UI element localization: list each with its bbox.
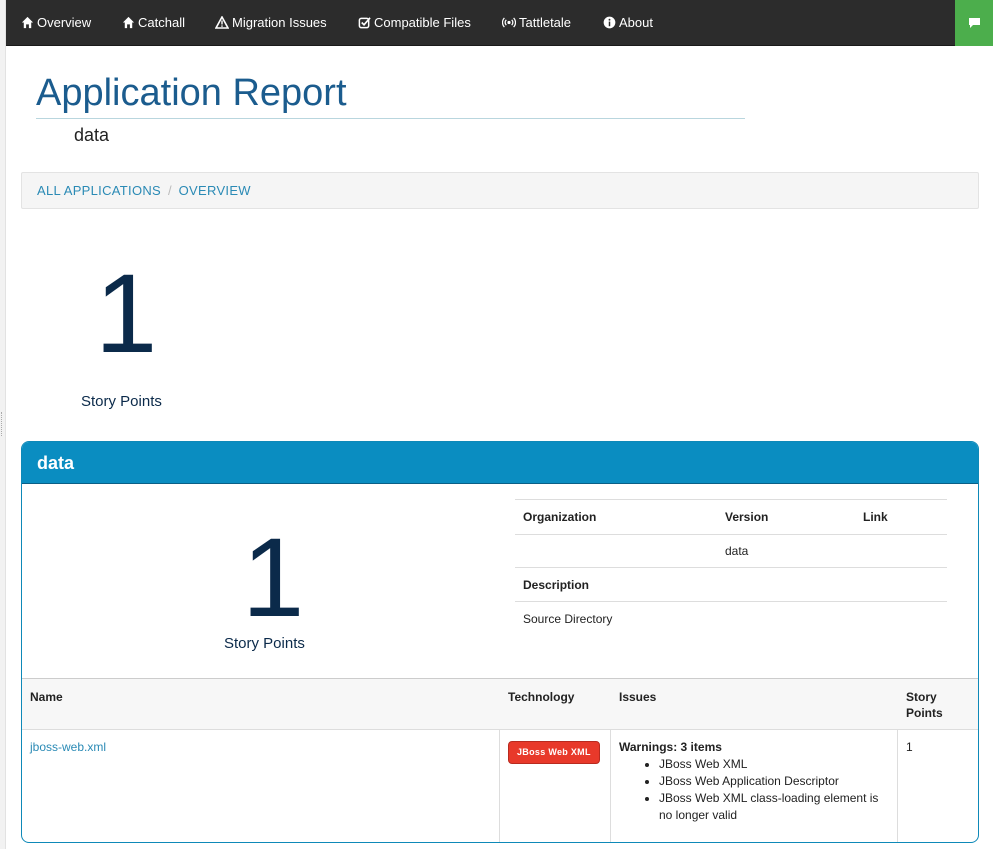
technology-cell: JBoss Web XML [508, 741, 600, 764]
chat-button[interactable] [955, 0, 993, 46]
nav-tattletale-label: Tattletale [519, 15, 572, 30]
nav-catchall-label: Catchall [138, 15, 185, 30]
info-header-row: Organization Version Link [515, 499, 947, 534]
organization-header: Organization [523, 510, 597, 524]
file-name-cell: jboss-web.xml [30, 739, 106, 756]
resize-grip[interactable] [1, 412, 4, 436]
organization-value [515, 535, 523, 569]
warning-icon [214, 15, 230, 29]
top-navbar: Overview Catchall Migration Issues Compa… [6, 0, 993, 46]
breadcrumb-all-applications[interactable]: ALL APPLICATIONS [37, 183, 161, 198]
nav-about[interactable]: About [603, 0, 653, 46]
breadcrumb-overview[interactable]: OVERVIEW [179, 183, 251, 198]
description-value: Source Directory [523, 612, 613, 626]
info-icon [603, 16, 616, 29]
issues-heading: Warnings: 3 items [619, 740, 722, 754]
check-square-icon [358, 17, 371, 29]
version-header: Version [725, 510, 769, 524]
broadcast-icon [501, 17, 517, 28]
nav-overview-label: Overview [37, 15, 92, 30]
nav-tattletale[interactable]: Tattletale [501, 0, 572, 46]
app-story-points-label: Story Points [224, 635, 305, 652]
nav-compatible-files[interactable]: Compatible Files [358, 0, 471, 46]
nav-overview[interactable]: Overview [21, 0, 91, 46]
info-value-row-right: data [717, 534, 947, 567]
issues-cell: Warnings: 3 items JBoss Web XML JBoss We… [619, 739, 891, 824]
info-value-row-left [515, 534, 717, 567]
story-points-cell: 1 [906, 740, 913, 754]
column-header-story-points[interactable]: Story Points [906, 689, 943, 721]
column-header-issues[interactable]: Issues [619, 689, 656, 705]
description-label-row: Description [515, 567, 947, 601]
breadcrumb-separator: / [168, 183, 172, 198]
nav-migration-issues-label: Migration Issues [232, 15, 327, 30]
total-story-points-label: Story Points [81, 393, 162, 410]
total-story-points-value: 1 [95, 251, 158, 376]
issue-list: JBoss Web XML JBoss Web Application Desc… [619, 756, 891, 824]
column-header-technology[interactable]: Technology [508, 689, 574, 705]
comment-icon [968, 18, 980, 28]
home-icon [122, 16, 135, 29]
left-scroll-strip [0, 0, 6, 849]
link-header: Link [863, 510, 888, 524]
technology-badge: JBoss Web XML [508, 741, 600, 764]
application-panel: data 1 Story Points Organization Version… [21, 441, 979, 843]
issue-item: JBoss Web XML class-loading element is n… [659, 790, 891, 824]
panel-title: data [22, 442, 978, 484]
nav-about-label: About [619, 15, 653, 30]
issue-item: JBoss Web Application Descriptor [659, 773, 891, 790]
version-value: data [725, 544, 749, 558]
nav-catchall[interactable]: Catchall [122, 0, 185, 46]
link-value [855, 534, 863, 568]
description-row: Source Directory [515, 601, 947, 635]
nav-migration-issues[interactable]: Migration Issues [214, 0, 327, 46]
files-table-header: Name Technology Issues Story Points [22, 678, 978, 730]
page-title: Application Report [36, 70, 745, 119]
file-link[interactable]: jboss-web.xml [30, 740, 106, 754]
issue-item: JBoss Web XML [659, 756, 891, 773]
home-icon [21, 16, 34, 29]
column-header-name[interactable]: Name [30, 689, 63, 705]
nav-compatible-files-label: Compatible Files [374, 15, 471, 30]
breadcrumb: ALL APPLICATIONS / OVERVIEW [21, 172, 979, 209]
app-story-points-value: 1 [242, 515, 305, 640]
description-label: Description [523, 578, 590, 592]
page-subtitle: data [74, 125, 110, 145]
